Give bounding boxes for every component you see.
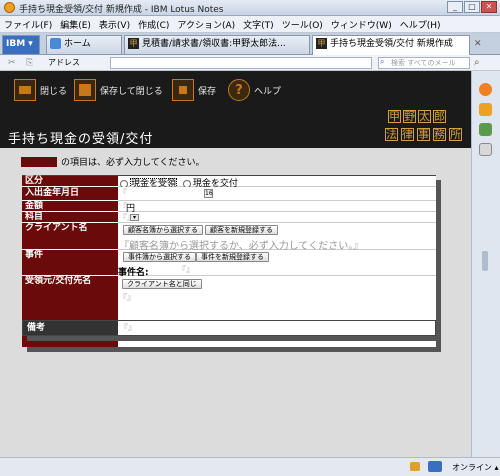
database-icon: 甲 [316, 38, 327, 49]
menu-text[interactable]: 文字(T) [243, 18, 274, 31]
kubun-label: 区分 [22, 176, 118, 187]
address-bar: ✂ ⎘ アドレス 検索 すべてのメール ⌕ ⌕ [0, 55, 500, 71]
client-field: 顧客名簿から選択する 顧客を新規登録する 『顧客名簿から選択するか、必ず入力して… [118, 223, 436, 252]
date-label: 入出金年月日 [22, 187, 118, 201]
copy-icon[interactable]: ⎘ [26, 58, 33, 68]
key-icon[interactable] [410, 462, 420, 471]
scissors-icon[interactable]: ✂ [8, 58, 16, 68]
client-new-button[interactable]: 顧客を新規登録する [205, 225, 278, 235]
kubun-field: 現金を受領 現金を交付 [118, 176, 436, 190]
menu-edit[interactable]: 編集(E) [60, 18, 91, 31]
calendar-icon[interactable]: 16 [204, 189, 213, 198]
window-title: 手持ち現金受領/交付 新規作成 - IBM Lotus Notes [19, 5, 224, 15]
minimize-button[interactable]: _ [447, 1, 463, 13]
subject-dropdown-icon[interactable]: ▾ [130, 214, 139, 221]
client-label: クライアント名 [22, 223, 118, 250]
tab-bar: IBM ▾ ホーム 甲見積書/請求書/領収書:甲野太郎法... 甲手持ち現金受領… [0, 33, 500, 55]
title-bar: 手持ち現金受領/交付 新規作成 - IBM Lotus Notes _ □ ✕ [0, 0, 500, 16]
database-icon: 甲 [128, 38, 139, 49]
save-button[interactable]: 保存 [172, 79, 216, 101]
subject-label: 科目 [22, 212, 118, 223]
menu-help[interactable]: ヘルプ(H) [400, 18, 441, 31]
online-status[interactable]: オンライン ▴ [452, 462, 499, 473]
floppy-icon [172, 79, 194, 101]
tab-home[interactable]: ホーム [46, 35, 122, 54]
menu-bar: ファイル(F) 編集(E) 表示(V) 作成(C) アクション(A) 文字(T)… [0, 16, 500, 33]
activities-icon[interactable] [479, 123, 492, 136]
maximize-button[interactable]: □ [464, 1, 480, 13]
sametime-icon[interactable] [479, 83, 492, 96]
required-color-swatch [21, 156, 57, 167]
right-sidebar [471, 71, 500, 457]
sidebar-resize-handle[interactable] [482, 251, 488, 271]
open-button[interactable]: IBM ▾ [2, 35, 40, 54]
form-header: 手持ち現金の受領/交付 甲 野 太 郎 法 律 事 務 所 [0, 108, 471, 148]
save-and-close-button[interactable]: 保存して閉じる [74, 79, 163, 101]
status-bar: オンライン ▴ [0, 457, 500, 476]
client-select-button[interactable]: 顧客名簿から選択する [123, 225, 203, 235]
help-icon: ? [228, 79, 250, 101]
search-icon: ⌕ [380, 57, 385, 66]
window-controls: _ □ ✕ [447, 1, 497, 13]
case-name-input[interactable]: 『』 [178, 264, 194, 275]
date-field: 『 16 [118, 187, 436, 201]
close-doc-icon [14, 79, 36, 101]
case-field: 事件簿から選択する 事件を新規登録する 事件名: 『』 [118, 250, 436, 278]
save-close-icon [74, 79, 96, 101]
tab-estimate-doc[interactable]: 甲見積書/請求書/領収書:甲野太郎法... [124, 35, 310, 54]
amount-field[interactable]: 『 円 [118, 201, 436, 214]
required-notice: の項目は、必ず入力してください。 [21, 155, 204, 168]
menu-tools[interactable]: ツール(O) [282, 18, 323, 31]
remarks-input[interactable]: 『』 [120, 322, 136, 333]
form-title: 手持ち現金の受領/交付 [8, 132, 154, 147]
home-icon [50, 38, 61, 49]
search-go-icon[interactable]: ⌕ [474, 57, 480, 68]
case-new-button[interactable]: 事件を新規登録する [196, 252, 269, 262]
lotus-notes-icon [4, 2, 15, 13]
help-button[interactable]: ? ヘルプ [228, 79, 281, 101]
menu-actions[interactable]: アクション(A) [177, 18, 235, 31]
feeds-icon[interactable] [479, 103, 492, 116]
menu-create[interactable]: 作成(C) [138, 18, 169, 31]
action-bar: 閉じる 保存して閉じる 保存 ? ヘルプ [0, 71, 471, 108]
menu-file[interactable]: ファイル(F) [4, 18, 52, 31]
subject-field: 『』 ▾ [118, 212, 436, 223]
network-icon[interactable] [428, 461, 442, 472]
same-as-client-button[interactable]: クライアント名と同じ [122, 279, 202, 289]
day-at-a-glance-icon[interactable] [479, 143, 492, 156]
tab-cash-form[interactable]: 甲手持ち現金受領/交付 新規作成 [312, 35, 470, 55]
search-input[interactable]: 検索 すべてのメール [378, 57, 470, 69]
remarks-label: 備考 [23, 321, 118, 335]
recipient-input[interactable]: 『』 [119, 292, 135, 303]
close-tab-icon[interactable]: ✕ [474, 39, 482, 49]
case-label: 事件 [22, 250, 118, 276]
menu-view[interactable]: 表示(V) [99, 18, 130, 31]
address-input[interactable] [110, 57, 372, 69]
menu-window[interactable]: ウィンドウ(W) [331, 18, 392, 31]
close-window-button[interactable]: ✕ [481, 1, 497, 13]
amount-label: 金額 [22, 201, 118, 212]
address-label: アドレス [48, 58, 80, 67]
case-select-button[interactable]: 事件簿から選択する [123, 252, 196, 262]
close-button[interactable]: 閉じる [14, 79, 67, 101]
